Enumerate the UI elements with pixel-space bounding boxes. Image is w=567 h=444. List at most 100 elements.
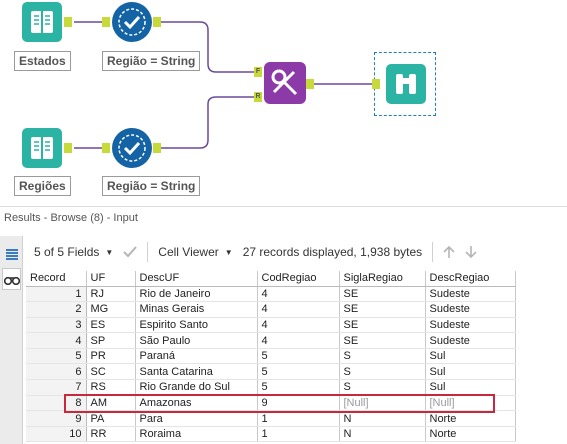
- cell-siglaregiao[interactable]: [Null]: [339, 395, 426, 412]
- select-tool-check-icon[interactable]: [112, 128, 152, 168]
- input-data-estados-icon[interactable]: [22, 2, 62, 42]
- cell-siglaregiao[interactable]: SE: [339, 317, 426, 334]
- cell-record[interactable]: 9: [26, 410, 87, 427]
- input-data-regioes-icon[interactable]: [22, 128, 62, 168]
- table-row[interactable]: 5 PR Paraná 5 S Sul: [26, 348, 516, 365]
- column-header-record[interactable]: Record: [26, 271, 87, 287]
- cell-siglaregiao[interactable]: N: [339, 410, 426, 427]
- output-anchor-icon[interactable]: [64, 17, 72, 27]
- table-row[interactable]: 1 RJ Rio de Janeiro 4 SE Sudeste: [26, 286, 516, 303]
- cell-codregiao[interactable]: 4: [257, 332, 340, 349]
- cell-descuf[interactable]: Rio de Janeiro: [135, 286, 258, 303]
- cell-descuf[interactable]: Rio Grande do Sul: [135, 379, 258, 396]
- cell-uf[interactable]: PR: [86, 348, 136, 365]
- cell-siglaregiao[interactable]: N: [339, 426, 426, 443]
- cell-siglaregiao[interactable]: S: [339, 363, 426, 381]
- cell-descregiao[interactable]: Sudeste: [425, 286, 516, 303]
- cell-siglaregiao[interactable]: S: [339, 379, 426, 396]
- join-tool-icon[interactable]: [264, 62, 306, 104]
- output-anchor-icon[interactable]: [153, 17, 161, 27]
- cell-uf[interactable]: ES: [86, 317, 136, 334]
- cell-record[interactable]: 3: [26, 317, 87, 334]
- output-anchor-icon[interactable]: [153, 143, 161, 153]
- column-header-siglaregiao[interactable]: SiglaRegiao: [339, 271, 426, 287]
- cell-uf[interactable]: SP: [86, 332, 136, 349]
- table-row[interactable]: 4 SP São Paulo 4 SE Sudeste: [26, 332, 516, 349]
- cell-descregiao[interactable]: Sul: [425, 348, 516, 365]
- cell-uf[interactable]: RS: [86, 379, 136, 396]
- table-row[interactable]: 10 RR Roraima 1 N Norte: [26, 426, 516, 443]
- cell-descuf[interactable]: Espirito Santo: [135, 317, 258, 334]
- cell-descuf[interactable]: São Paulo: [135, 332, 258, 349]
- cell-siglaregiao[interactable]: SE: [339, 332, 426, 349]
- arrow-up-icon[interactable]: [443, 245, 455, 259]
- cell-descregiao[interactable]: [Null]: [425, 395, 516, 412]
- cell-codregiao[interactable]: 5: [257, 348, 340, 365]
- cell-codregiao[interactable]: 4: [257, 317, 340, 334]
- table-view-icon[interactable]: [2, 244, 21, 266]
- cell-codregiao[interactable]: 1: [257, 426, 340, 443]
- select-tool-check-icon[interactable]: [112, 2, 152, 42]
- cell-record[interactable]: 1: [26, 286, 87, 303]
- input-anchor-icon[interactable]: [102, 17, 110, 27]
- browse-binoculars-icon[interactable]: [386, 64, 426, 104]
- cell-descregiao[interactable]: Norte: [425, 426, 516, 443]
- column-header-codregiao[interactable]: CodRegiao: [257, 271, 340, 287]
- cell-siglaregiao[interactable]: SE: [339, 301, 426, 318]
- cell-codregiao[interactable]: 9: [257, 395, 340, 412]
- cell-record[interactable]: 6: [26, 363, 87, 381]
- workflow-canvas[interactable]: Estados Região = String Regiões Região =…: [0, 0, 567, 206]
- cell-descregiao[interactable]: Sudeste: [425, 301, 516, 318]
- table-row[interactable]: 2 MG Minas Gerais 4 SE Sudeste: [26, 301, 516, 318]
- column-header-descregiao[interactable]: DescRegiao: [425, 271, 516, 287]
- cell-codregiao[interactable]: 5: [257, 363, 340, 381]
- column-header-uf[interactable]: UF: [86, 271, 136, 287]
- table-row[interactable]: 3 ES Espirito Santo 4 SE Sudeste: [26, 317, 516, 334]
- join-left-anchor[interactable]: F: [254, 67, 262, 77]
- column-header-descuf[interactable]: DescUF: [135, 271, 258, 287]
- cell-descregiao[interactable]: Sudeste: [425, 332, 516, 349]
- cell-descuf[interactable]: Para: [135, 410, 258, 427]
- arrow-down-icon[interactable]: [465, 245, 477, 259]
- table-row[interactable]: 7 RS Rio Grande do Sul 5 S Sul: [26, 379, 516, 396]
- cell-uf[interactable]: RJ: [86, 286, 136, 303]
- cell-record[interactable]: 10: [26, 426, 87, 443]
- cell-descuf[interactable]: Amazonas: [135, 395, 258, 412]
- cell-codregiao[interactable]: 5: [257, 379, 340, 396]
- join-right-anchor[interactable]: R: [254, 92, 262, 102]
- cell-viewer-dropdown[interactable]: Cell Viewer ▼: [158, 245, 232, 259]
- table-row[interactable]: 8 AM Amazonas 9 [Null] [Null]: [26, 395, 516, 412]
- cell-uf[interactable]: RR: [86, 426, 136, 443]
- table-row[interactable]: 9 PA Para 1 N Norte: [26, 410, 516, 427]
- cell-descregiao[interactable]: Norte: [425, 410, 516, 427]
- fields-dropdown[interactable]: 5 of 5 Fields ▼: [34, 245, 113, 259]
- cell-uf[interactable]: AM: [86, 395, 136, 412]
- cell-uf[interactable]: PA: [86, 410, 136, 427]
- cell-record[interactable]: 8: [26, 395, 87, 412]
- cell-descregiao[interactable]: Sudeste: [425, 317, 516, 334]
- cell-descuf[interactable]: Paraná: [135, 348, 258, 365]
- cell-codregiao[interactable]: 4: [257, 301, 340, 318]
- cell-descregiao[interactable]: Sul: [425, 363, 516, 381]
- binoculars-icon[interactable]: [2, 268, 21, 290]
- cell-descuf[interactable]: Roraima: [135, 426, 258, 443]
- cell-codregiao[interactable]: 4: [257, 286, 340, 303]
- input-anchor-icon[interactable]: [372, 79, 380, 89]
- cell-siglaregiao[interactable]: S: [339, 348, 426, 365]
- table-row[interactable]: 6 SC Santa Catarina 5 S Sul: [26, 363, 516, 381]
- cell-siglaregiao[interactable]: SE: [339, 286, 426, 303]
- cell-codregiao[interactable]: 1: [257, 410, 340, 427]
- cell-descuf[interactable]: Minas Gerais: [135, 301, 258, 318]
- cell-record[interactable]: 5: [26, 348, 87, 365]
- cell-record[interactable]: 2: [26, 301, 87, 318]
- cell-descregiao[interactable]: Sul: [425, 379, 516, 396]
- input-anchor-icon[interactable]: [102, 143, 110, 153]
- apply-check-icon[interactable]: [123, 246, 138, 258]
- output-anchor-icon[interactable]: [64, 143, 72, 153]
- join-output-anchor-icon[interactable]: [306, 79, 314, 89]
- cell-descuf[interactable]: Santa Catarina: [135, 363, 258, 381]
- cell-record[interactable]: 4: [26, 332, 87, 349]
- cell-uf[interactable]: MG: [86, 301, 136, 318]
- cell-uf[interactable]: SC: [86, 363, 136, 381]
- cell-record[interactable]: 7: [26, 379, 87, 396]
